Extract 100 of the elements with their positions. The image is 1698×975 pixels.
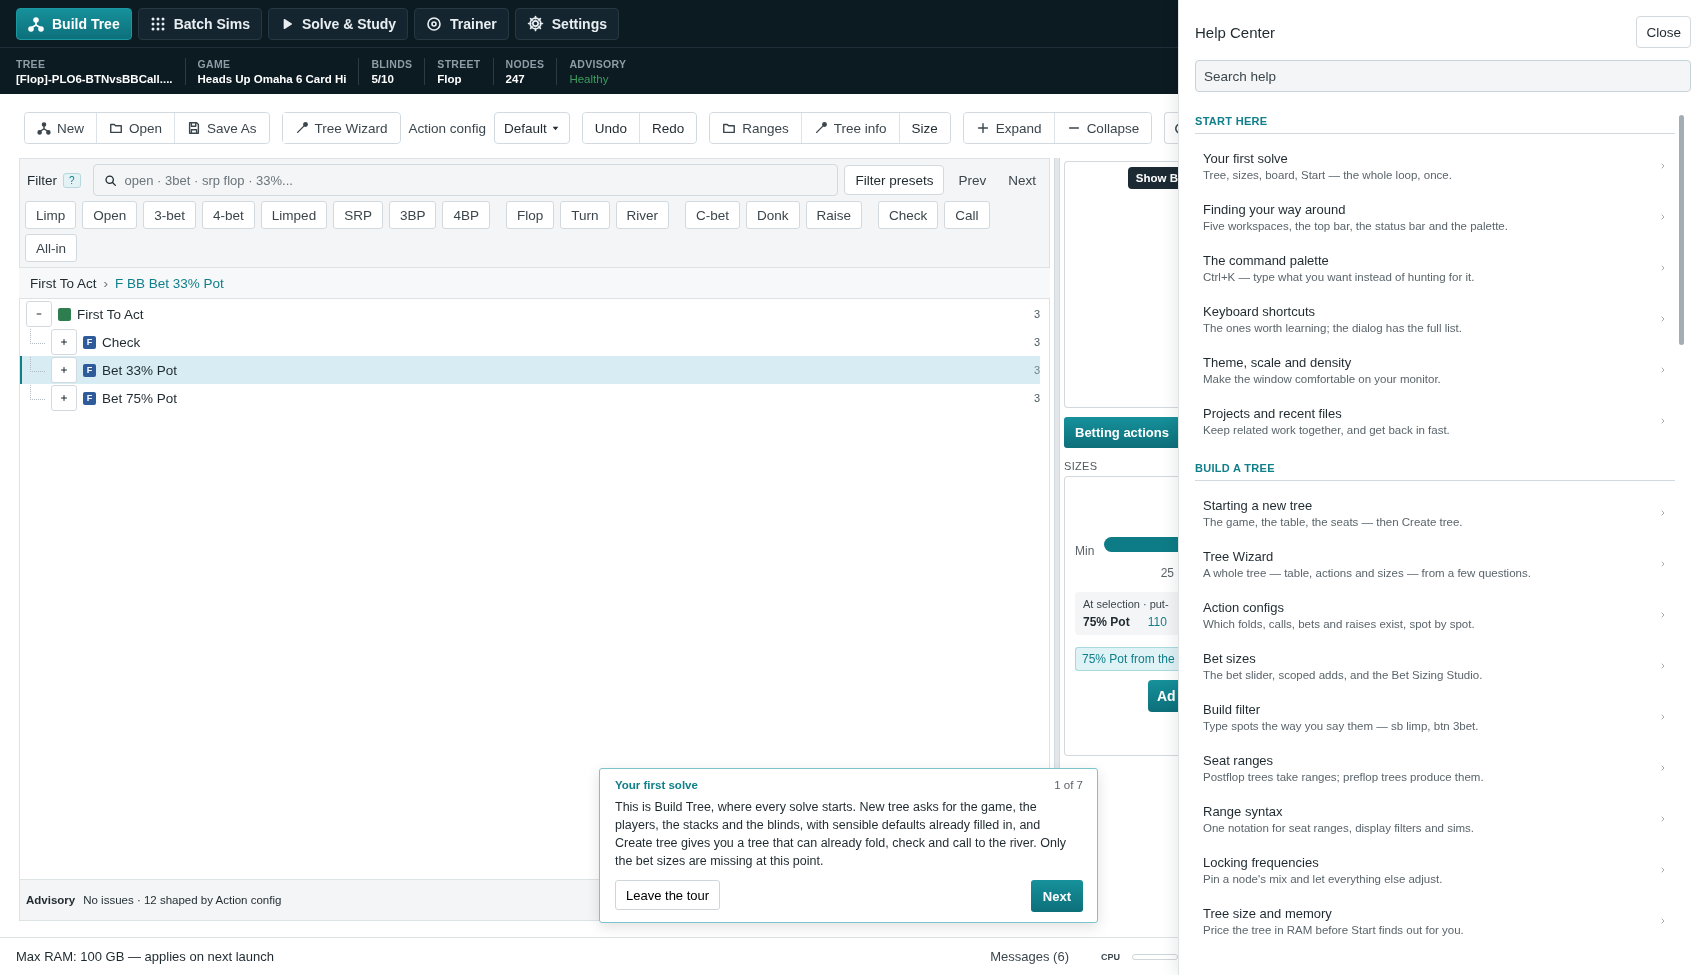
next-button[interactable]: Next [1000, 172, 1044, 188]
nav-tab[interactable]: Trainer [414, 7, 509, 40]
help-item[interactable]: Range syntax One notation for seat ranges, display filters and sims. [1195, 793, 1675, 844]
field-label: BLINDS [371, 57, 413, 70]
search-icon [103, 173, 117, 187]
next-button[interactable]: Next [1030, 880, 1083, 912]
betting-tab[interactable]: Betting actions [1064, 417, 1178, 448]
add-button[interactable]: Ad [1148, 680, 1178, 712]
presets-button[interactable]: Filter presets [844, 165, 945, 195]
filter-chip[interactable]: All-in [25, 234, 77, 262]
grid-icon [149, 15, 166, 32]
breadcrumb-item[interactable]: F BB Bet 33% Pot [115, 275, 224, 291]
toolbar-button[interactable]: Tree Wizard [282, 113, 400, 143]
help-item[interactable]: Theme, scale and density Make the window comfortable on your monitor. [1195, 344, 1675, 395]
filter-chip[interactable]: 4-bet [202, 201, 255, 229]
wand-icon [813, 121, 828, 135]
breadcrumb-separator: › [103, 275, 109, 291]
scrollbar[interactable] [1679, 115, 1684, 345]
help-item[interactable]: Locking frequencies Pin a node's mix and let everything else adjust. [1195, 844, 1675, 895]
filter-chip[interactable]: Open [82, 201, 138, 229]
filter-input[interactable]: open · 3bet · srp flop · 33%... [124, 172, 828, 188]
filter-chip[interactable]: SRP [333, 201, 383, 229]
help-item[interactable]: Starting a new tree The game, the table, the seats — then Create tree. [1195, 487, 1675, 538]
wand-icon [294, 121, 309, 135]
close-button[interactable]: Close [1636, 16, 1691, 48]
config-dropdown[interactable]: Default [493, 112, 570, 144]
settings-icon [526, 15, 544, 32]
filter-chip[interactable]: Check [878, 201, 939, 229]
filter-chip[interactable]: Donk [746, 201, 800, 229]
ram-note: Max RAM: 100 GB — applies on next launch [16, 949, 275, 964]
filter-chip[interactable]: River [615, 201, 669, 229]
section-heading: BUILD A TREE [1195, 462, 1675, 481]
field-value: Healthy [569, 72, 610, 85]
nav-tab[interactable]: Solve & Study [267, 7, 409, 40]
nav-tab[interactable]: Settings [514, 7, 619, 40]
help-badge[interactable]: ? [63, 172, 81, 188]
field-label: NODES [505, 57, 545, 70]
toggle-button[interactable] [26, 301, 52, 327]
filter-chip[interactable]: Limp [25, 201, 77, 229]
help-item[interactable]: Action configs Which folds, calls, bets and raises exist, spot by spot. [1195, 589, 1675, 640]
toolbar-button[interactable]: Save As [174, 113, 269, 143]
help-item[interactable]: Seat ranges Postflop trees take ranges; preflop trees produce them. [1195, 742, 1675, 793]
node-label: Bet 75% Pot [102, 390, 179, 406]
toolbar-button[interactable]: Collapse [1053, 113, 1152, 143]
tree-row[interactable]: First To Act 3 [20, 300, 1040, 328]
plus-icon [59, 393, 69, 403]
nav-tab[interactable]: Batch Sims [137, 7, 262, 40]
node-badge: F [83, 335, 96, 349]
toggle-button[interactable] [51, 329, 77, 355]
field-value: [Flop]-PLO6-BTNvsBBCall.... [16, 72, 173, 85]
toggle-button[interactable] [51, 357, 77, 383]
toolbar-button[interactable]: Size [898, 113, 950, 143]
field-value: 247 [505, 72, 526, 85]
filter-chip[interactable]: 3BP [388, 201, 437, 229]
filter-chip[interactable]: 3-bet [143, 201, 197, 229]
toolbar-button[interactable]: Redo [638, 113, 697, 143]
help-item[interactable]: Tree Wizard A whole tree — table, actions and sizes — from a few questions. [1195, 538, 1675, 589]
slider-track[interactable] [1104, 537, 1178, 552]
plus-icon [975, 121, 990, 135]
show-button[interactable]: Show B [1127, 167, 1178, 189]
help-item[interactable]: Finding your way around Five workspaces, the top bar, the status bar and the palette. [1195, 191, 1675, 242]
help-item[interactable]: Build filter Type spots the way you say them — sb limp, btn 3bet. [1195, 691, 1675, 742]
help-item[interactable]: Projects and recent files Keep related work together, and get back in fast. [1195, 395, 1675, 446]
help-item[interactable]: Tree size and memory Price the tree in RAM before Start finds out for you. [1195, 895, 1675, 946]
filter-chip[interactable]: Flop [505, 201, 555, 229]
leave-button[interactable]: Leave the tour [615, 880, 721, 910]
help-item[interactable]: Keyboard shortcuts The ones worth learning; the dialog has the full list. [1195, 293, 1675, 344]
target-icon [426, 15, 443, 32]
section-label: SIZES [1064, 460, 1099, 472]
advisory-text: No issues · 12 shaped by Action config [83, 894, 282, 906]
tree-row[interactable]: F Check 3 [20, 328, 1040, 356]
filter-chip[interactable]: 4BP [442, 201, 490, 229]
selection-size: 75% Pot [1083, 615, 1130, 629]
nav-tab[interactable]: Build Tree [16, 7, 132, 40]
field-label: STREET [437, 57, 481, 70]
tour-title: Your first solve [615, 779, 698, 791]
breadcrumb-item[interactable]: First To Act [30, 275, 97, 291]
help-item[interactable]: Your first solve Tree, sizes, board, Start — the whole loop, once. [1195, 140, 1675, 191]
filter-chip[interactable]: Call [944, 201, 990, 229]
filter-chip[interactable]: Limped [260, 201, 328, 229]
filter-chip[interactable]: C-bet [685, 201, 741, 229]
filter-field[interactable]: open · 3bet · srp flop · 33%... [92, 164, 839, 196]
tick-label: 25 [1160, 566, 1174, 580]
search-field[interactable]: Search help [1195, 60, 1691, 92]
branch-icon [28, 15, 44, 32]
messages-button[interactable]: Messages (6) [984, 948, 1075, 965]
help-item[interactable]: The command palette Ctrl+K — type what you want instead of hunting for it. [1195, 242, 1675, 293]
advisory-label: Advisory [26, 894, 76, 906]
child-count: 3 [1033, 392, 1040, 404]
tree-row[interactable]: F Bet 33% Pot 3 [20, 356, 1040, 384]
plus-icon [59, 365, 69, 375]
prev-button[interactable]: Prev [950, 172, 995, 188]
toggle-button[interactable] [51, 385, 77, 411]
tree-row[interactable]: F Bet 75% Pot 3 [20, 384, 1040, 412]
size-hint: 75% Pot from the [1075, 647, 1178, 671]
child-count: 3 [1033, 336, 1040, 348]
filter-chip[interactable]: Raise [805, 201, 863, 229]
filter-chip[interactable]: Turn [560, 201, 610, 229]
help-item[interactable]: Bet sizes The bet slider, scoped adds, and the Bet Sizing Studio. [1195, 640, 1675, 691]
folder-icon [109, 121, 123, 135]
